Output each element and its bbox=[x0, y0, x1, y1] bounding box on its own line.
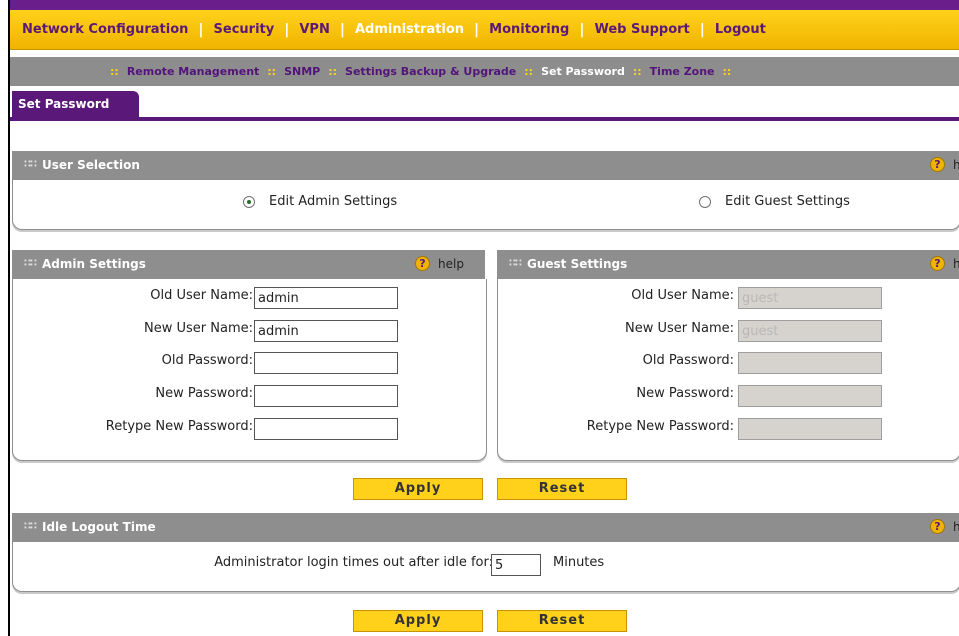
guest-new-username-input bbox=[738, 320, 882, 342]
section-title: Guest Settings bbox=[527, 257, 628, 271]
admin-retype-password-input[interactable] bbox=[254, 418, 398, 440]
radio-unselected-icon bbox=[699, 195, 711, 208]
nav-monitoring[interactable]: Monitoring bbox=[489, 22, 569, 37]
top-navigation: Network Configuration | Security | VPN |… bbox=[10, 0, 959, 50]
help-link[interactable]: ? help bbox=[415, 256, 464, 271]
nav-web-support[interactable]: Web Support bbox=[594, 22, 689, 37]
subnav-remote-management[interactable]: Remote Management bbox=[127, 65, 259, 78]
tab-set-password[interactable]: Set Password bbox=[12, 91, 139, 118]
section-title: Admin Settings bbox=[42, 257, 146, 271]
idle-timeout-unit: Minutes bbox=[553, 555, 605, 570]
admin-old-username-input[interactable] bbox=[254, 287, 398, 309]
user-selection-panel: Edit Admin Settings Edit Guest Settings bbox=[12, 180, 959, 230]
field-label: New User Name: bbox=[625, 321, 734, 336]
nav-separator: | bbox=[198, 21, 204, 38]
subnav-time-zone[interactable]: Time Zone bbox=[650, 65, 715, 78]
admin-settings-header: ∷∷ Admin Settings ? help bbox=[12, 250, 485, 279]
radio-edit-guest-settings[interactable]: Edit Guest Settings bbox=[699, 194, 850, 209]
grip-icon: ∷∷ bbox=[24, 159, 37, 170]
guest-settings-header: ∷∷ Guest Settings ? help bbox=[497, 250, 959, 279]
help-label: help bbox=[953, 519, 959, 534]
guest-retype-password-input bbox=[738, 418, 882, 440]
reset-button[interactable]: Reset bbox=[497, 610, 627, 632]
idle-logout-panel: Administrator login times out after idle… bbox=[12, 542, 959, 592]
subnav-dots: :: bbox=[328, 65, 338, 78]
section-title: Idle Logout Time bbox=[42, 520, 156, 534]
help-question-icon: ? bbox=[415, 256, 430, 271]
user-selection-header: ∷∷ User Selection ? help bbox=[12, 151, 959, 180]
field-label: Retype New Password: bbox=[105, 419, 253, 434]
radio-label: Edit Admin Settings bbox=[269, 194, 398, 209]
section-title: User Selection bbox=[42, 158, 140, 172]
nav-separator: | bbox=[284, 21, 290, 38]
guest-old-password-input bbox=[738, 352, 882, 374]
help-link[interactable]: ? help bbox=[930, 157, 959, 172]
subnav-dots: :: bbox=[722, 65, 732, 78]
help-link[interactable]: ? help bbox=[930, 519, 959, 534]
help-label: help bbox=[438, 256, 464, 271]
nav-security[interactable]: Security bbox=[214, 22, 275, 37]
subnav-set-password[interactable]: Set Password bbox=[541, 65, 625, 78]
field-label: Old Password: bbox=[161, 353, 253, 368]
field-label: New User Name: bbox=[144, 321, 253, 336]
admin-old-password-input[interactable] bbox=[254, 352, 398, 374]
subnav-dots: :: bbox=[632, 65, 642, 78]
idle-timeout-label: Administrator login times out after idle… bbox=[214, 555, 493, 570]
field-label: New Password: bbox=[155, 386, 253, 401]
guest-new-password-input bbox=[738, 385, 882, 407]
nav-logout[interactable]: Logout bbox=[715, 22, 766, 37]
radio-selected-icon bbox=[243, 195, 255, 208]
field-label: New Password: bbox=[636, 386, 734, 401]
nav-network-configuration[interactable]: Network Configuration bbox=[22, 22, 188, 37]
help-question-icon: ? bbox=[930, 256, 945, 271]
field-label: Old Password: bbox=[642, 353, 734, 368]
idle-logout-header: ∷∷ Idle Logout Time ? help bbox=[12, 513, 959, 542]
field-label: Old User Name: bbox=[631, 288, 734, 303]
top-accent-bar bbox=[10, 0, 959, 10]
subnav-snmp[interactable]: SNMP bbox=[284, 65, 320, 78]
subnav-dots: :: bbox=[524, 65, 534, 78]
help-label: help bbox=[953, 256, 959, 271]
nav-administration[interactable]: Administration bbox=[355, 22, 464, 37]
idle-timeout-input[interactable] bbox=[491, 554, 541, 576]
subnav-dots: :: bbox=[110, 65, 119, 78]
grip-icon: ∷∷ bbox=[509, 258, 522, 269]
guest-old-username-input bbox=[738, 287, 882, 309]
sub-menu: :: Remote Management :: SNMP :: Settings… bbox=[10, 57, 959, 86]
radio-edit-admin-settings[interactable]: Edit Admin Settings bbox=[243, 194, 397, 209]
reset-button[interactable]: Reset bbox=[497, 478, 627, 500]
grip-icon: ∷∷ bbox=[24, 521, 37, 532]
field-label: Old User Name: bbox=[150, 288, 253, 303]
help-link[interactable]: ? help bbox=[930, 256, 959, 271]
left-border-line bbox=[8, 0, 10, 636]
apply-button[interactable]: Apply bbox=[353, 478, 483, 500]
help-question-icon: ? bbox=[930, 157, 945, 172]
guest-settings-panel: Old User Name: New User Name: Old Passwo… bbox=[497, 279, 959, 461]
subnav-settings-backup-upgrade[interactable]: Settings Backup & Upgrade bbox=[345, 65, 516, 78]
admin-settings-panel: Old User Name: New User Name: Old Passwo… bbox=[12, 279, 487, 461]
help-question-icon: ? bbox=[930, 519, 945, 534]
tab-underline bbox=[10, 117, 959, 121]
radio-label: Edit Guest Settings bbox=[725, 194, 850, 209]
admin-new-username-input[interactable] bbox=[254, 320, 398, 342]
nav-vpn[interactable]: VPN bbox=[299, 22, 329, 37]
nav-separator: | bbox=[474, 21, 480, 38]
nav-separator: | bbox=[579, 21, 585, 38]
apply-button[interactable]: Apply bbox=[353, 610, 483, 632]
help-label: help bbox=[953, 157, 959, 172]
nav-separator: | bbox=[699, 21, 705, 38]
subnav-dots: :: bbox=[267, 65, 277, 78]
nav-separator: | bbox=[339, 21, 345, 38]
main-menu: Network Configuration | Security | VPN |… bbox=[10, 10, 959, 50]
admin-new-password-input[interactable] bbox=[254, 385, 398, 407]
field-label: Retype New Password: bbox=[586, 419, 734, 434]
grip-icon: ∷∷ bbox=[24, 258, 37, 269]
